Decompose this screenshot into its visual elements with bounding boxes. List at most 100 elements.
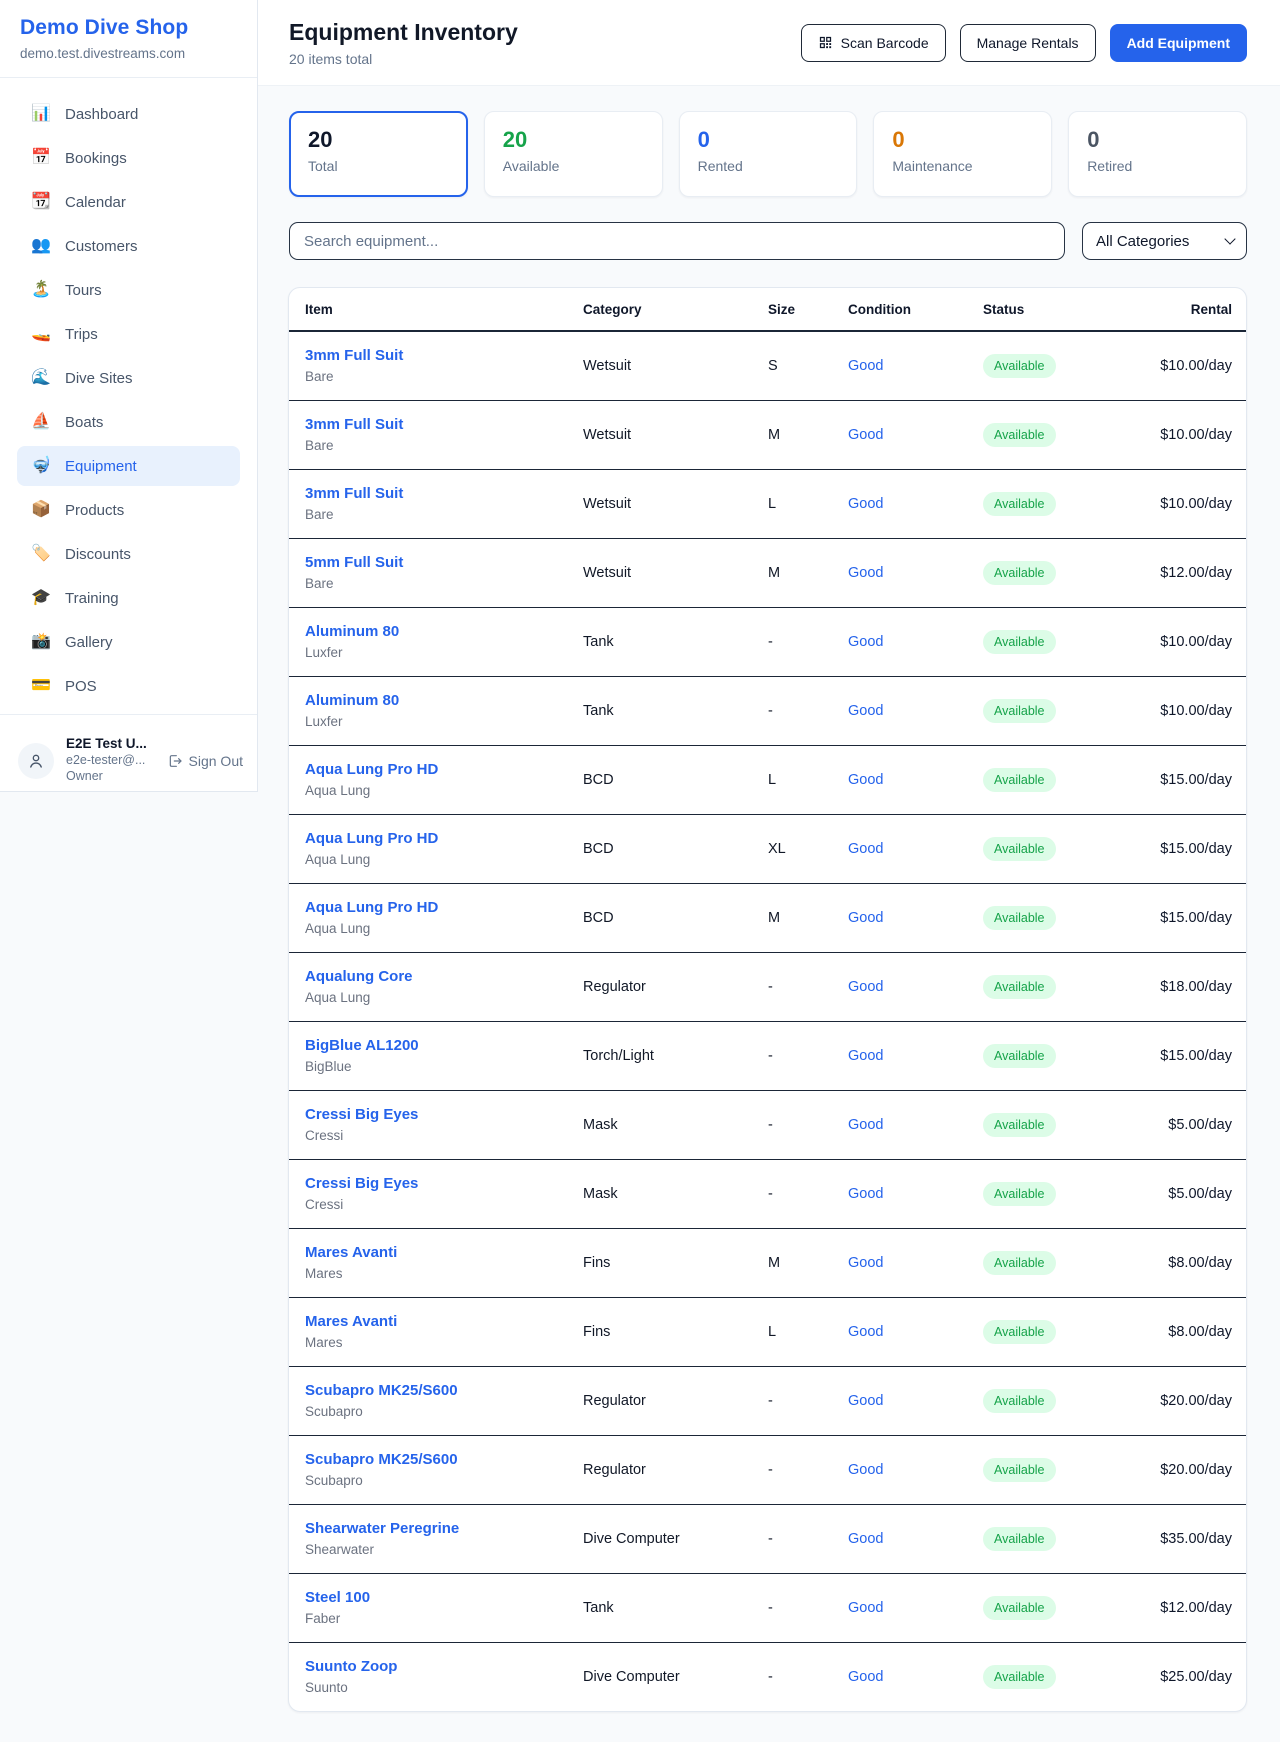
item-condition-link[interactable]: Good: [848, 1117, 883, 1133]
item-condition-link[interactable]: Good: [848, 565, 883, 581]
item-name-link[interactable]: Aqualung Core: [305, 968, 413, 985]
search-input[interactable]: [289, 222, 1065, 260]
status-badge: Available: [983, 1182, 1056, 1206]
item-condition-link[interactable]: Good: [848, 1393, 883, 1409]
item-name-link[interactable]: Aqua Lung Pro HD: [305, 830, 438, 847]
item-condition-link[interactable]: Good: [848, 1531, 883, 1547]
sidebar-item-gallery[interactable]: 📸 Gallery: [17, 622, 240, 662]
wave-icon: 🌊: [31, 370, 51, 386]
sidebar-item-products[interactable]: 📦 Products: [17, 490, 240, 530]
sidebar-item-tours[interactable]: 🏝️ Tours: [17, 270, 240, 310]
page-title: Equipment Inventory: [289, 19, 518, 46]
sidebar-item-dive-sites[interactable]: 🌊 Dive Sites: [17, 358, 240, 398]
item-condition-link[interactable]: Good: [848, 1462, 883, 1478]
bar-chart-icon: 📊: [31, 106, 51, 122]
stat-card-rented[interactable]: 0 Rented: [679, 111, 858, 197]
item-condition-link[interactable]: Good: [848, 910, 883, 926]
status-badge: Available: [983, 1596, 1056, 1620]
stat-card-total[interactable]: 20 Total: [289, 111, 468, 197]
sailboat-icon: ⛵: [31, 414, 51, 430]
item-name-link[interactable]: Aqua Lung Pro HD: [305, 761, 438, 778]
item-name-link[interactable]: Aluminum 80: [305, 692, 399, 709]
sidebar-item-trips[interactable]: 🚤 Trips: [17, 314, 240, 354]
item-category: Mask: [567, 1090, 752, 1159]
scan-barcode-button[interactable]: Scan Barcode: [801, 24, 946, 62]
sign-out-button[interactable]: Sign Out: [167, 753, 243, 769]
item-condition-link[interactable]: Good: [848, 772, 883, 788]
stat-card-maintenance[interactable]: 0 Maintenance: [873, 111, 1052, 197]
table-row: Aqua Lung Pro HD Aqua Lung BCD M Good Av…: [289, 883, 1247, 952]
sidebar-nav: 📊 Dashboard 📅 Bookings 📆 Calendar 👥 Cust…: [0, 78, 257, 706]
item-name-link[interactable]: Aluminum 80: [305, 623, 399, 640]
item-condition-link[interactable]: Good: [848, 841, 883, 857]
add-equipment-button[interactable]: Add Equipment: [1110, 24, 1247, 62]
item-condition-link[interactable]: Good: [848, 427, 883, 443]
item-name-link[interactable]: 3mm Full Suit: [305, 485, 403, 502]
status-badge: Available: [983, 1044, 1056, 1068]
stat-value: 20: [503, 128, 644, 152]
item-condition-link[interactable]: Good: [848, 1255, 883, 1271]
item-rental-rate: $12.00/day: [1117, 1573, 1247, 1642]
item-name-link[interactable]: Suunto Zoop: [305, 1658, 397, 1675]
sidebar-item-label: Customers: [65, 238, 138, 255]
page-header-text: Equipment Inventory 20 items total: [289, 19, 518, 67]
item-category: Regulator: [567, 1366, 752, 1435]
sidebar-item-equipment[interactable]: 🤿 Equipment: [17, 446, 240, 486]
item-name-link[interactable]: Scubapro MK25/S600: [305, 1451, 458, 1468]
graduation-cap-icon: 🎓: [31, 590, 51, 606]
category-select-wrap: All Categories: [1082, 222, 1247, 260]
table-row: Steel 100 Faber Tank - Good Available $1…: [289, 1573, 1247, 1642]
table-row: Scubapro MK25/S600 Scubapro Regulator - …: [289, 1435, 1247, 1504]
manage-rentals-button[interactable]: Manage Rentals: [960, 24, 1096, 62]
stat-card-retired[interactable]: 0 Retired: [1068, 111, 1247, 197]
sidebar-item-label: Dashboard: [65, 106, 138, 123]
sign-out-icon: [167, 753, 183, 769]
item-condition-link[interactable]: Good: [848, 496, 883, 512]
item-condition-link[interactable]: Good: [848, 634, 883, 650]
items-total-count: 20 items total: [289, 51, 518, 67]
item-name-link[interactable]: Mares Avanti: [305, 1313, 397, 1330]
item-brand: Aqua Lung: [305, 783, 551, 798]
item-condition-link[interactable]: Good: [848, 1600, 883, 1616]
item-category: Dive Computer: [567, 1504, 752, 1573]
status-badge: Available: [983, 1113, 1056, 1137]
item-name-link[interactable]: 3mm Full Suit: [305, 416, 403, 433]
sidebar-item-dashboard[interactable]: 📊 Dashboard: [17, 94, 240, 134]
brand-name[interactable]: Demo Dive Shop: [20, 16, 237, 40]
user-box: E2E Test U... e2e-tester@... Owner Sign …: [0, 714, 257, 792]
category-select[interactable]: All Categories: [1082, 222, 1247, 260]
item-condition-link[interactable]: Good: [848, 1186, 883, 1202]
item-name-link[interactable]: Steel 100: [305, 1589, 370, 1606]
item-name-link[interactable]: Scubapro MK25/S600: [305, 1382, 458, 1399]
item-category: BCD: [567, 883, 752, 952]
item-name-link[interactable]: Cressi Big Eyes: [305, 1175, 418, 1192]
item-rental-rate: $15.00/day: [1117, 745, 1247, 814]
item-condition-link[interactable]: Good: [848, 703, 883, 719]
item-name-link[interactable]: Cressi Big Eyes: [305, 1106, 418, 1123]
stat-card-available[interactable]: 20 Available: [484, 111, 663, 197]
item-name-link[interactable]: Aqua Lung Pro HD: [305, 899, 438, 916]
item-condition-link[interactable]: Good: [848, 1048, 883, 1064]
sidebar-item-pos[interactable]: 💳 POS: [17, 666, 240, 706]
item-name-link[interactable]: 3mm Full Suit: [305, 347, 403, 364]
item-name-link[interactable]: Mares Avanti: [305, 1244, 397, 1261]
item-category: BCD: [567, 745, 752, 814]
stat-label: Rented: [698, 158, 839, 174]
sidebar-item-customers[interactable]: 👥 Customers: [17, 226, 240, 266]
item-category: Tank: [567, 607, 752, 676]
item-condition-link[interactable]: Good: [848, 1324, 883, 1340]
item-condition-link[interactable]: Good: [848, 358, 883, 374]
col-header-category: Category: [567, 288, 752, 331]
item-name-link[interactable]: BigBlue AL1200: [305, 1037, 419, 1054]
sidebar-item-discounts[interactable]: 🏷️ Discounts: [17, 534, 240, 574]
sidebar-item-calendar[interactable]: 📆 Calendar: [17, 182, 240, 222]
col-header-status: Status: [967, 288, 1117, 331]
sidebar-item-bookings[interactable]: 📅 Bookings: [17, 138, 240, 178]
sidebar-item-training[interactable]: 🎓 Training: [17, 578, 240, 618]
item-name-link[interactable]: 5mm Full Suit: [305, 554, 403, 571]
item-condition-link[interactable]: Good: [848, 1669, 883, 1685]
table-row: Scubapro MK25/S600 Scubapro Regulator - …: [289, 1366, 1247, 1435]
item-condition-link[interactable]: Good: [848, 979, 883, 995]
item-name-link[interactable]: Shearwater Peregrine: [305, 1520, 459, 1537]
sidebar-item-boats[interactable]: ⛵ Boats: [17, 402, 240, 442]
